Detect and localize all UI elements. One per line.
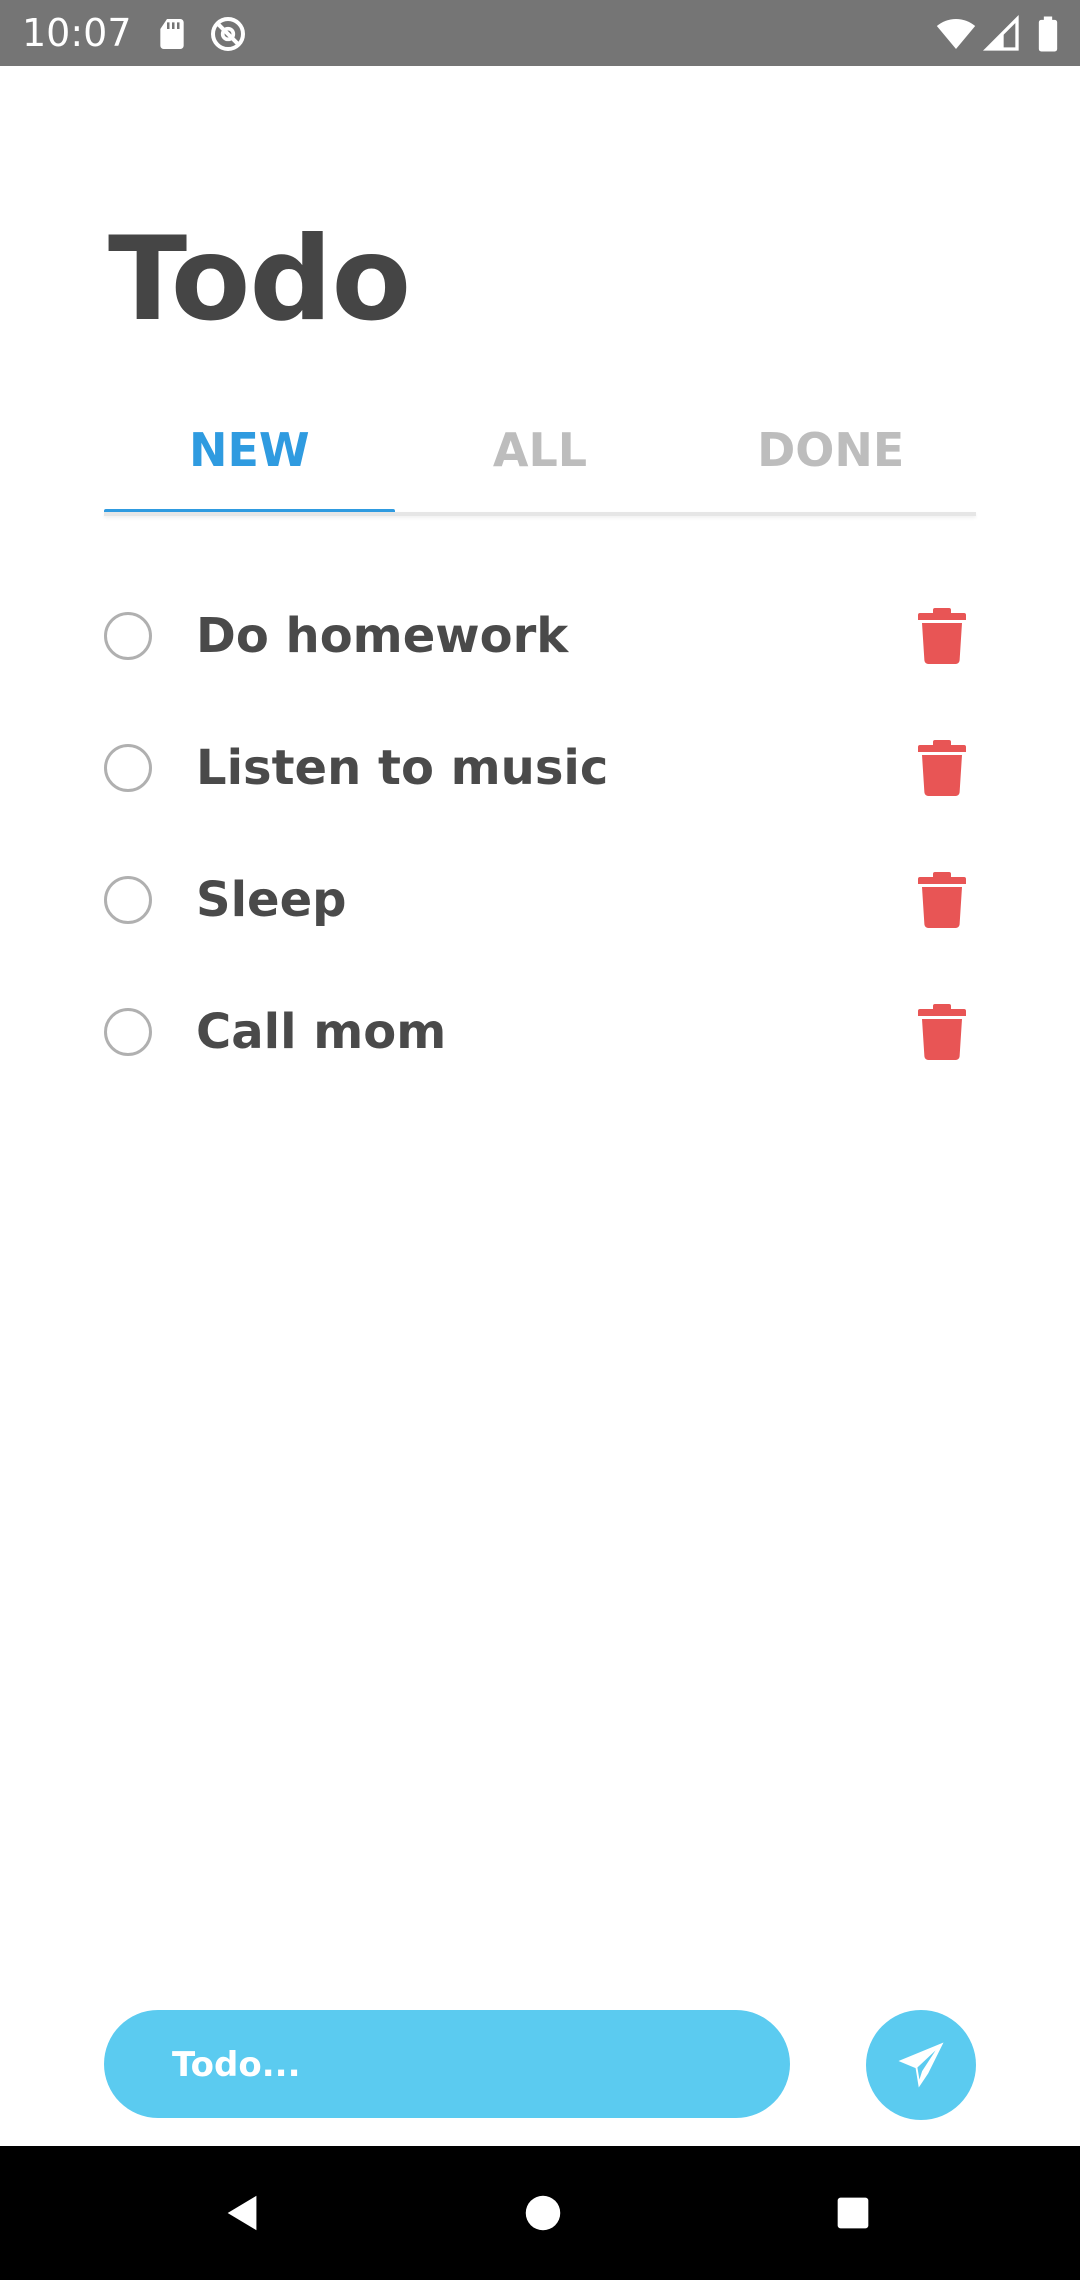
- todo-text[interactable]: Listen to music: [196, 740, 918, 796]
- recents-button[interactable]: [800, 2146, 900, 2280]
- todo-text[interactable]: Sleep: [196, 872, 918, 928]
- cellular-signal-icon: [982, 14, 1022, 54]
- page-title: Todo: [108, 212, 411, 347]
- send-button[interactable]: [866, 2010, 976, 2120]
- do-not-disturb-icon: [208, 14, 248, 54]
- todo-checkbox[interactable]: [104, 744, 152, 792]
- status-bar: 10:07: [0, 0, 1080, 66]
- sd-card-icon: [152, 14, 192, 54]
- todo-app-screen: 10:07 Todo NEW ALL DONE Do homework List…: [0, 0, 1080, 2280]
- tab-done[interactable]: DONE: [685, 410, 976, 514]
- todo-item: Sleep: [104, 834, 976, 966]
- filter-tabs: NEW ALL DONE: [104, 410, 976, 514]
- trash-icon[interactable]: [918, 1004, 966, 1060]
- battery-icon: [1028, 14, 1068, 54]
- todo-item: Do homework: [104, 570, 976, 702]
- todo-text[interactable]: Do homework: [196, 608, 918, 664]
- todo-text[interactable]: Call mom: [196, 1004, 918, 1060]
- back-button[interactable]: [190, 2146, 290, 2280]
- trash-icon[interactable]: [918, 740, 966, 796]
- navigation-bar: [0, 2146, 1080, 2280]
- home-button[interactable]: [490, 2146, 590, 2280]
- tab-new[interactable]: NEW: [104, 410, 395, 514]
- todo-item: Call mom: [104, 966, 976, 1098]
- wifi-icon: [936, 14, 976, 54]
- todo-input[interactable]: [170, 2010, 754, 2120]
- send-icon: [898, 2042, 944, 2088]
- todo-checkbox[interactable]: [104, 612, 152, 660]
- status-time: 10:07: [22, 11, 132, 55]
- recents-icon: [837, 2197, 869, 2229]
- back-icon: [227, 2195, 257, 2231]
- home-icon: [525, 2195, 561, 2231]
- tab-all[interactable]: ALL: [395, 410, 686, 514]
- todo-checkbox[interactable]: [104, 1008, 152, 1056]
- todo-input-container: [104, 2010, 790, 2120]
- trash-icon[interactable]: [918, 872, 966, 928]
- todo-list: Do homework Listen to music Sleep Call m…: [104, 570, 976, 1098]
- todo-item: Listen to music: [104, 702, 976, 834]
- trash-icon[interactable]: [918, 608, 966, 664]
- todo-checkbox[interactable]: [104, 876, 152, 924]
- tabs-divider: [104, 512, 976, 516]
